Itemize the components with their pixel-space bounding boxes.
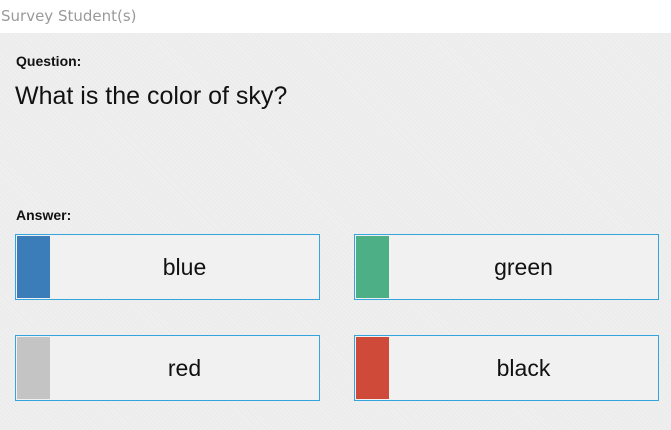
answer-option-blue[interactable]: blue [15, 234, 320, 300]
color-swatch [356, 337, 389, 399]
answer-label: Answer: [16, 207, 72, 223]
color-swatch [17, 337, 50, 399]
color-swatch [17, 236, 50, 298]
answer-option-label: blue [162, 254, 207, 280]
answer-option-label: red [167, 355, 202, 381]
answer-option-green[interactable]: green [354, 234, 659, 300]
answer-option-label: green [494, 254, 553, 280]
window-title: Survey Student(s) [1, 7, 137, 25]
answer-option-label: black [496, 355, 551, 381]
survey-panel: Question: What is the color of sky? Answ… [0, 33, 671, 430]
answer-option-red[interactable]: red [15, 335, 320, 401]
color-swatch [356, 236, 389, 298]
question-label: Question: [16, 53, 82, 69]
question-text: What is the color of sky? [15, 82, 288, 110]
answer-option-black[interactable]: black [354, 335, 659, 401]
